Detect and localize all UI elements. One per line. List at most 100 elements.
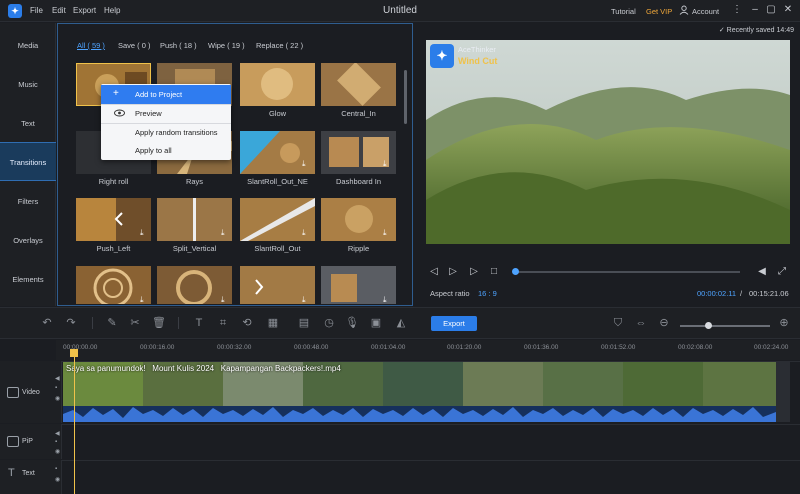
tab-all[interactable]: All ( 59 ) <box>77 41 105 50</box>
text-tool-icon[interactable]: T <box>192 316 206 330</box>
edit-pen-icon[interactable]: ✎ <box>105 316 119 330</box>
pip-track-icon <box>7 436 19 447</box>
tick-label: 00:02:24.00 <box>754 344 789 351</box>
tick-label: 00:01:52.00 <box>601 344 636 351</box>
undo-icon[interactable]: ↶ <box>40 316 54 330</box>
transition-label: Split_Vertical <box>172 244 217 253</box>
lock-icon[interactable]: ▪ <box>55 385 57 391</box>
video-track-icon <box>7 387 19 398</box>
download-icon[interactable]: ⤓ <box>383 296 390 304</box>
zoom-out-icon[interactable]: ⊖ <box>657 316 671 330</box>
transition-label: SlantRoll_Out <box>254 244 301 253</box>
tutorial-link[interactable]: Tutorial <box>611 7 636 16</box>
tick-label: 00:00:48.00 <box>294 344 329 351</box>
playback-progress[interactable] <box>514 271 740 273</box>
menu-more-icon[interactable]: ⋮ <box>730 3 744 17</box>
nav-transitions[interactable]: Transitions <box>0 142 56 181</box>
redo-icon[interactable]: ↷ <box>64 316 78 330</box>
clip-end-handle[interactable] <box>776 362 790 422</box>
play-icon[interactable]: ▷ <box>447 266 459 278</box>
freeze-frame-icon[interactable]: ▤ <box>297 316 311 330</box>
minimize-icon[interactable]: – <box>748 3 762 17</box>
transition-label: Central_In <box>341 109 376 118</box>
account-link[interactable]: Account <box>692 7 719 16</box>
download-icon[interactable]: ⤓ <box>221 296 228 304</box>
color-fill-icon[interactable]: ◭ <box>394 316 408 330</box>
record-voice-icon[interactable]: 🎙 <box>345 316 359 330</box>
library-scrollbar[interactable] <box>404 70 407 124</box>
prev-frame-icon[interactable]: ◁ <box>428 266 440 278</box>
tick-label: 00:02:08.00 <box>678 344 713 351</box>
watermark-brand: AceThinker <box>458 45 496 54</box>
nav-text[interactable]: Text <box>0 104 56 143</box>
video-preview[interactable] <box>426 40 790 244</box>
download-icon[interactable]: ⤓ <box>140 296 147 304</box>
download-icon[interactable]: ⤓ <box>302 229 309 237</box>
lock-icon[interactable]: ▪ <box>55 466 57 472</box>
crop-icon[interactable]: ⌗ <box>216 316 230 330</box>
zoom-handle[interactable] <box>705 322 712 329</box>
ctx-add-to-project[interactable]: Add to Project <box>101 85 231 104</box>
nav-music[interactable]: Music <box>0 65 56 104</box>
tick-label: 00:00:16.00 <box>140 344 175 351</box>
aspect-ratio-label: Aspect ratio <box>430 289 470 298</box>
fullscreen-icon[interactable]: ⤢ <box>776 266 788 278</box>
zoom-in-icon[interactable]: ⊕ <box>777 316 791 330</box>
tick-label: 00:00:00.00 <box>63 344 98 351</box>
next-frame-icon[interactable]: ▷ <box>468 266 480 278</box>
mute-icon[interactable]: ◀ <box>55 430 60 437</box>
download-icon[interactable]: ⤓ <box>221 229 228 237</box>
download-icon[interactable]: ⤓ <box>302 296 309 304</box>
fit-timeline-icon[interactable]: ⇔ <box>634 316 648 330</box>
playback-handle[interactable] <box>512 268 519 275</box>
tab-save[interactable]: Save ( 0 ) <box>118 41 151 50</box>
eye-icon[interactable]: ◉ <box>55 395 60 402</box>
account-icon[interactable] <box>679 5 689 15</box>
close-icon[interactable]: ✕ <box>781 3 795 17</box>
export-button[interactable]: Export <box>431 316 477 331</box>
transition-label: Dashboard In <box>335 177 382 186</box>
nav-filters[interactable]: Filters <box>0 182 56 221</box>
download-icon[interactable]: ⤓ <box>383 160 390 168</box>
zoom-slider[interactable] <box>680 325 770 327</box>
ctx-apply-random[interactable]: Apply random transitions <box>101 123 231 142</box>
delete-icon[interactable]: 🗑 <box>152 316 166 330</box>
watermark-logo: ✦ <box>430 44 454 68</box>
tick-label: 00:01:36.00 <box>524 344 559 351</box>
tab-wipe[interactable]: Wipe ( 19 ) <box>208 41 245 50</box>
marker-icon[interactable]: ⛉ <box>611 316 625 330</box>
track-lane-text[interactable] <box>62 460 800 494</box>
mosaic-icon[interactable]: ▦ <box>266 316 280 330</box>
maximize-icon[interactable]: ▢ <box>764 3 778 17</box>
nav-elements[interactable]: Elements <box>0 260 56 299</box>
ctx-apply-to-all[interactable]: Apply to all <box>101 141 231 160</box>
speed-icon[interactable]: ◷ <box>322 316 336 330</box>
lock-icon[interactable]: ▪ <box>55 439 57 445</box>
track-lane-pip[interactable] <box>62 424 800 459</box>
transition-label: Rays <box>185 177 204 186</box>
picture-icon[interactable]: ▣ <box>369 316 383 330</box>
transition-label: Ripple <box>347 244 370 253</box>
playhead[interactable] <box>74 349 75 494</box>
transition-thumb[interactable] <box>321 63 396 106</box>
tab-replace[interactable]: Replace ( 22 ) <box>256 41 303 50</box>
nav-overlays[interactable]: Overlays <box>0 221 56 260</box>
split-icon[interactable]: ✂ <box>128 316 142 330</box>
rotate-icon[interactable]: ⟲ <box>240 316 254 330</box>
eye-icon[interactable]: ◉ <box>55 476 60 483</box>
playhead-handle[interactable] <box>70 349 78 357</box>
toolbar-divider <box>178 317 179 329</box>
check-icon: ✓ <box>718 27 727 34</box>
transition-thumb[interactable] <box>240 63 315 106</box>
get-vip-link[interactable]: Get VIP <box>646 7 672 16</box>
stop-icon[interactable]: □ <box>488 266 500 278</box>
tab-push[interactable]: Push ( 18 ) <box>160 41 197 50</box>
download-icon[interactable]: ⤓ <box>302 160 309 168</box>
download-icon[interactable]: ⤓ <box>140 229 147 237</box>
volume-icon[interactable]: ◀ <box>756 266 768 278</box>
download-icon[interactable]: ⤓ <box>383 229 390 237</box>
aspect-ratio-select[interactable]: 16 : 9 <box>478 289 497 298</box>
eye-icon[interactable]: ◉ <box>55 448 60 455</box>
track-label-pip: PiP <box>22 438 33 445</box>
mute-icon[interactable]: ◀ <box>55 375 60 382</box>
